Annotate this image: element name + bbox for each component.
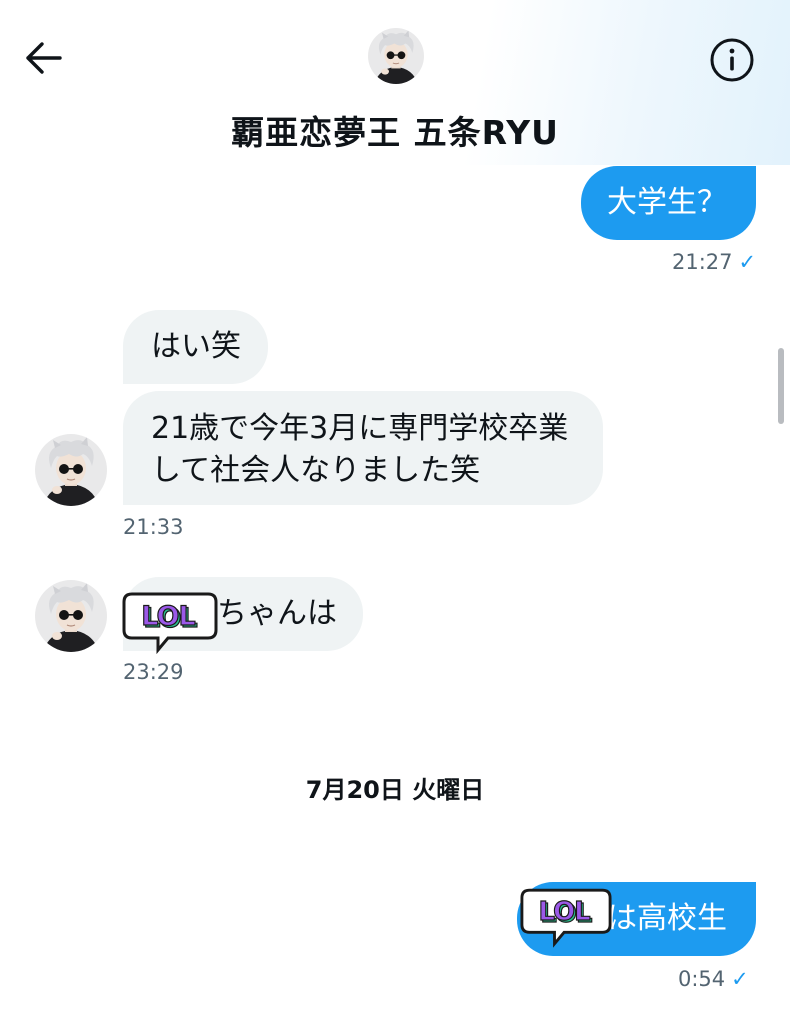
sent-check-icon: ✓ [731,967,749,991]
contact-name[interactable]: 覇亜恋夢王 五条RYU [0,106,790,154]
message-bubble-incoming[interactable]: はい笑 [123,310,268,384]
message-bubble-incoming[interactable]: 21歳で今年3月に専門学校卒業 して社会人なりました笑 [123,391,603,505]
message-timestamp: 0:54 ✓ [678,967,749,991]
message-timestamp: 23:29 [123,660,184,684]
message-text: はい笑 [151,329,241,364]
sender-avatar[interactable] [35,434,107,506]
info-circle-icon [710,38,754,82]
message-text: ちゃんは [217,596,337,631]
back-button[interactable] [22,38,66,78]
message-text-line: して社会人なりました笑 [151,453,481,488]
message-text: 大学生？ [607,185,727,220]
message-text-line: 21歳で今年3月に専門学校卒業 [151,411,569,446]
date-separator: 7月20日 火曜日 [305,776,485,804]
lol-sticker-icon [520,886,612,948]
contact-avatar[interactable] [368,28,424,84]
lol-sticker-icon [122,590,218,654]
sent-check-icon: ✓ [738,250,757,274]
message-text: は高校生 [607,901,727,936]
info-button[interactable] [708,36,756,84]
message-timestamp: 21:33 [123,515,184,539]
scrollbar-thumb[interactable] [778,348,784,424]
arrow-left-icon [26,42,62,74]
sender-avatar[interactable] [35,580,107,652]
message-bubble-outgoing[interactable]: 大学生？ [581,166,756,240]
message-timestamp: 21:27 ✓ [672,250,757,274]
conversation-header: 覇亜恋夢王 五条RYU [0,0,790,165]
